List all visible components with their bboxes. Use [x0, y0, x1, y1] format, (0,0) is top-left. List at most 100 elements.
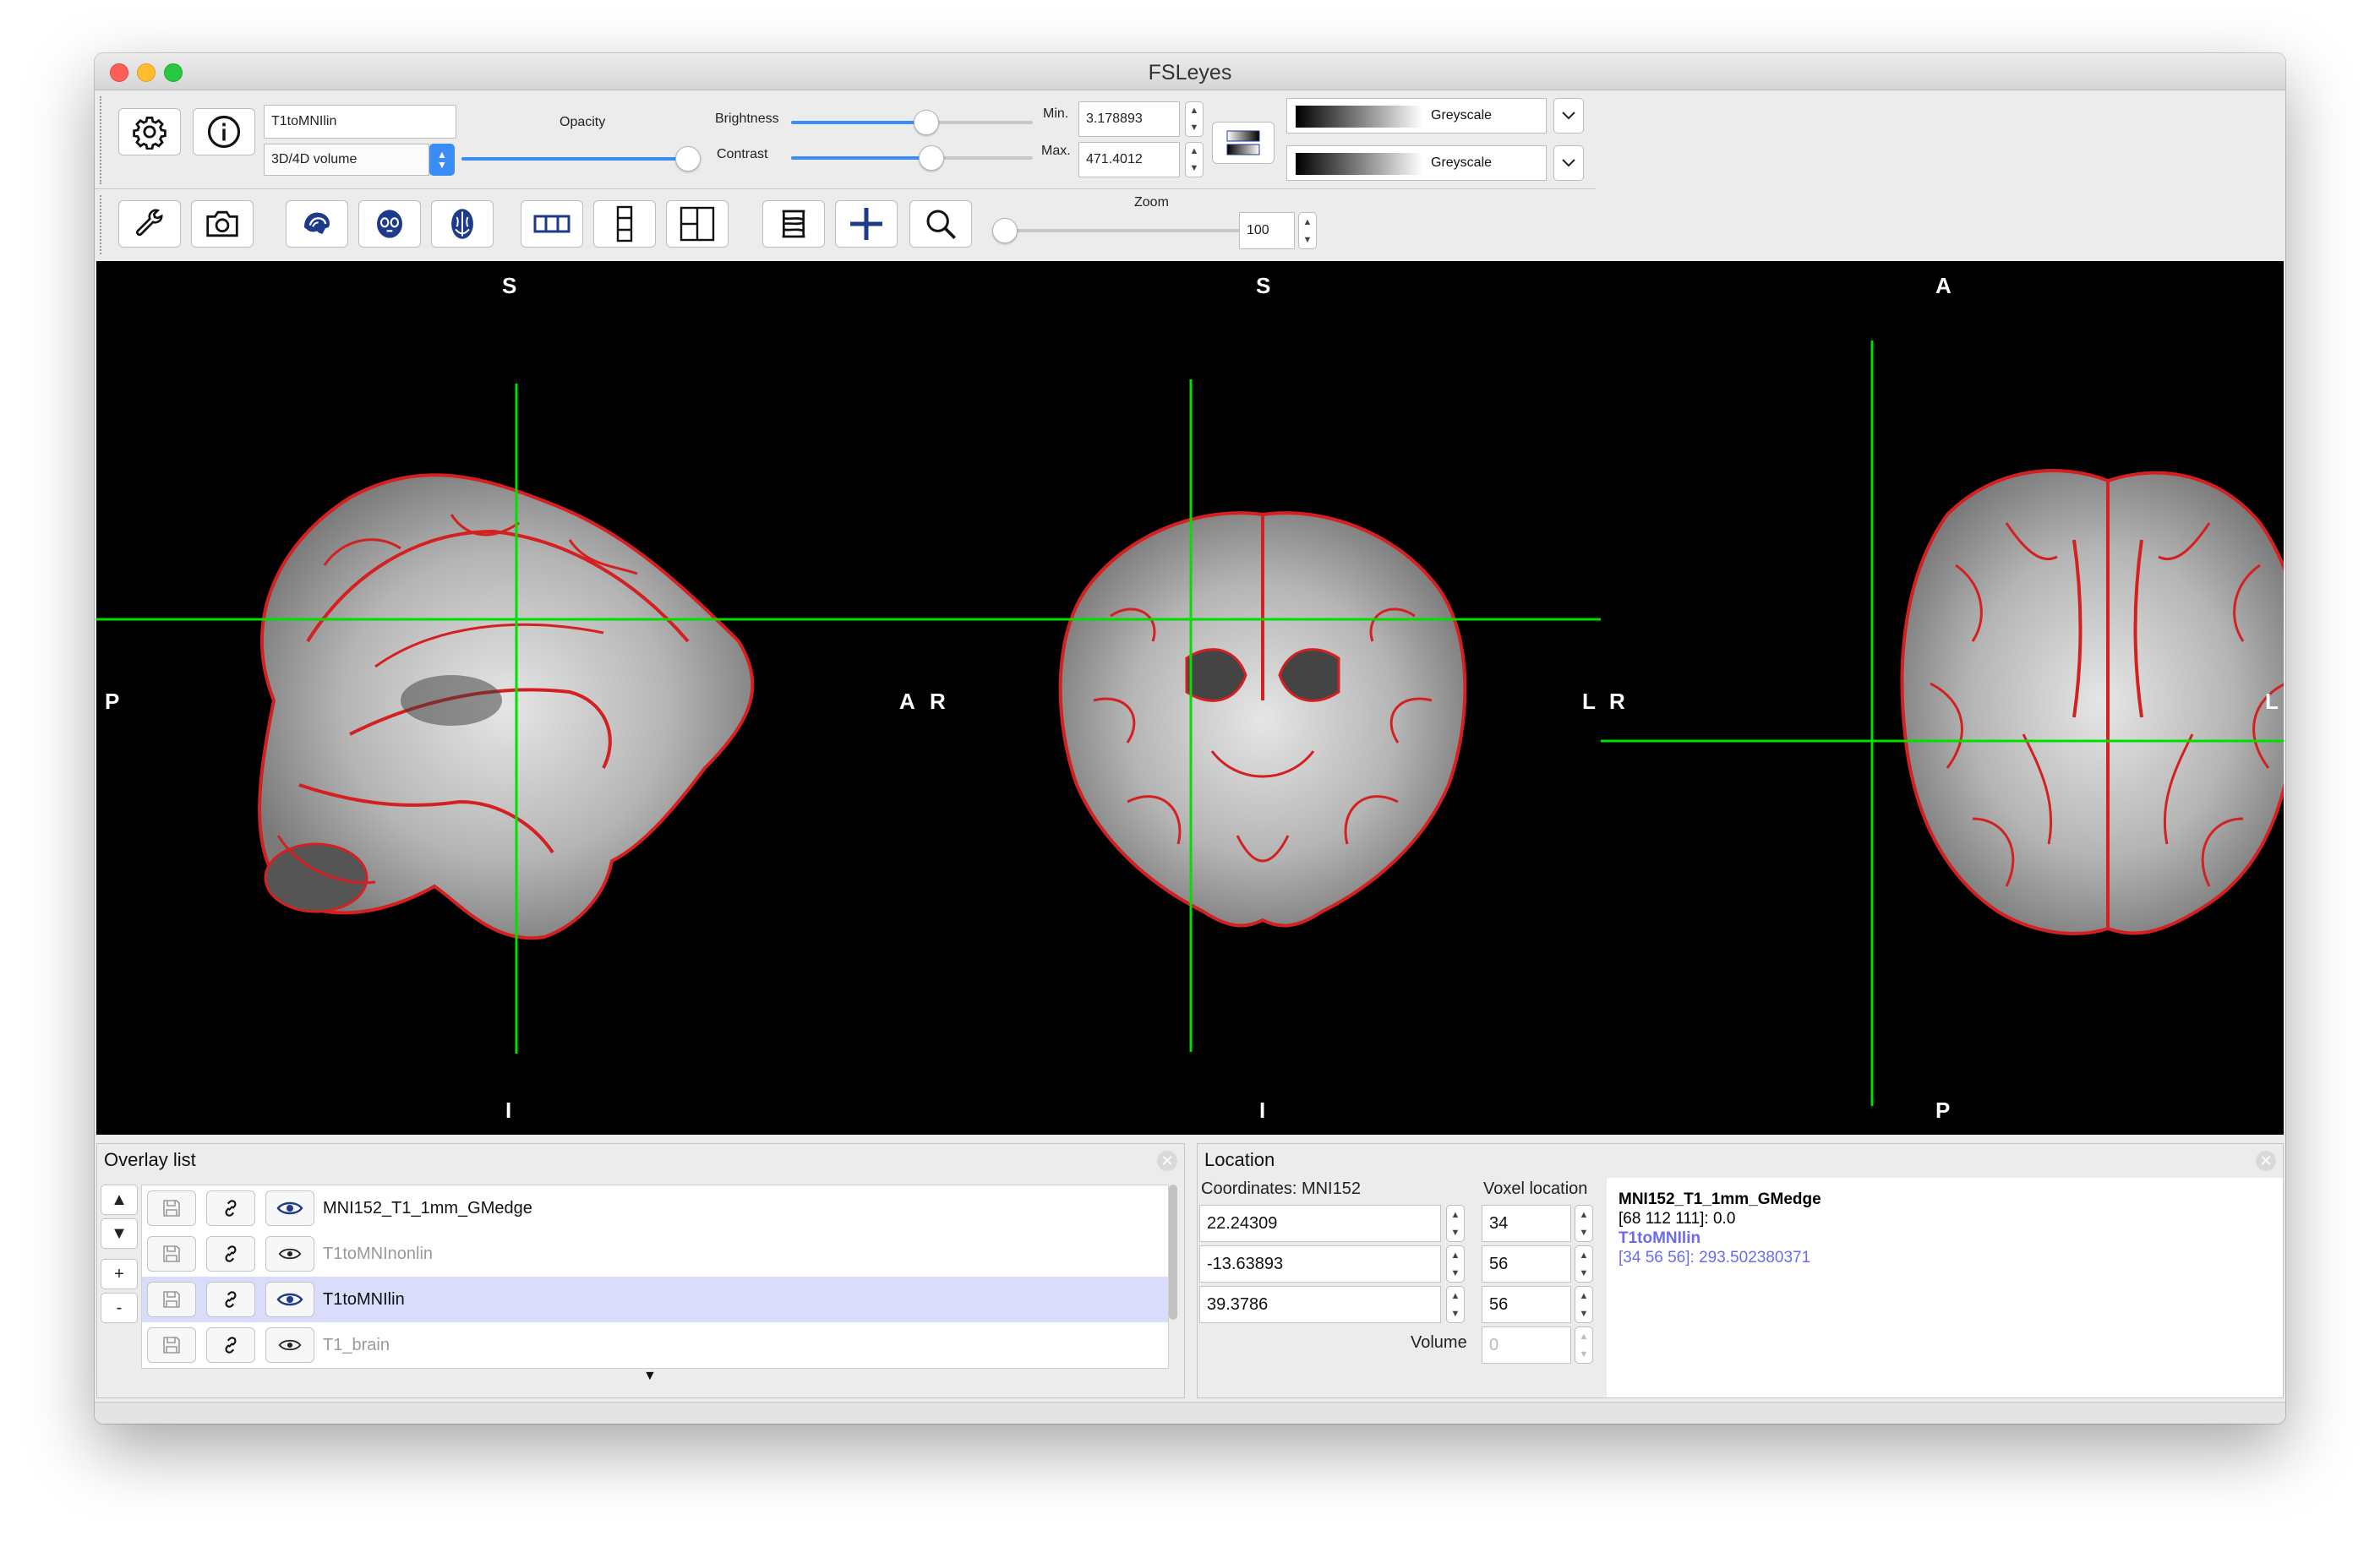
volume-field[interactable]: 0 — [1482, 1326, 1571, 1364]
save-icon — [163, 1291, 180, 1308]
link-overlay-button[interactable] — [206, 1282, 255, 1317]
negative-colormap-select[interactable]: Greyscale — [1286, 145, 1547, 181]
voxel-x-field[interactable]: 34 — [1482, 1205, 1571, 1242]
negative-colormap-dropdown-button[interactable] — [1553, 145, 1584, 181]
save-overlay-button[interactable] — [147, 1327, 196, 1363]
invert-colormap-button[interactable] — [1212, 122, 1275, 164]
grid-layout-button[interactable] — [666, 200, 729, 248]
min-label: Min. — [1043, 106, 1069, 121]
toggle-coronal-button[interactable] — [358, 200, 421, 248]
toggle-axial-button[interactable] — [431, 200, 494, 248]
zoom-field[interactable]: 100 — [1239, 212, 1295, 249]
toggle-visibility-button[interactable] — [265, 1190, 314, 1226]
brightness-slider[interactable] — [791, 110, 1033, 135]
add-overlay-button[interactable]: + — [101, 1259, 138, 1289]
link-icon — [225, 1337, 237, 1354]
movie-icon — [782, 210, 805, 238]
move-overlay-up-button[interactable]: ▲ — [101, 1185, 138, 1215]
grid-layout-icon — [680, 206, 715, 242]
volume-stepper[interactable]: ▲ ▼ — [1575, 1326, 1593, 1364]
overlay-type-stepper[interactable]: ▲ ▼ — [429, 144, 455, 176]
toggle-cursor-button[interactable] — [835, 200, 898, 248]
save-overlay-button[interactable] — [147, 1190, 196, 1226]
overlay-list-scrollbar[interactable] — [1167, 1181, 1179, 1365]
max-field[interactable]: 471.4012 — [1078, 142, 1180, 177]
link-icon — [225, 1245, 237, 1262]
voxel-y-field[interactable]: 56 — [1482, 1245, 1571, 1283]
eye-icon — [278, 1339, 302, 1351]
save-overlay-button[interactable] — [147, 1236, 196, 1272]
settings-button[interactable] — [118, 108, 181, 155]
scroll-down-icon[interactable]: ▼ — [643, 1369, 657, 1384]
axial-view[interactable] — [1900, 469, 2284, 935]
movie-mode-button[interactable] — [762, 200, 825, 248]
horizontal-layout-button[interactable] — [521, 200, 583, 248]
overlay-list-item[interactable]: T1_brain — [142, 1322, 1168, 1368]
location-info-line: MNI152_T1_1mm_GMedge — [1619, 1190, 1821, 1208]
colormap-preview — [1296, 106, 1422, 128]
coord-y-stepper[interactable]: ▲ ▼ — [1446, 1245, 1465, 1283]
zoom-slider[interactable] — [992, 218, 1241, 243]
axial-left-label: R — [1609, 689, 1625, 714]
save-overlay-button[interactable] — [147, 1282, 196, 1317]
voxel-z-field[interactable]: 56 — [1482, 1286, 1571, 1323]
coord-z-field[interactable]: 39.3786 — [1199, 1286, 1441, 1323]
coord-x-field[interactable]: 22.24309 — [1199, 1205, 1441, 1242]
brightness-label: Brightness — [715, 112, 779, 126]
overlay-list-item[interactable]: T1toMNInonlin — [142, 1231, 1168, 1277]
overlay-list-item[interactable]: MNI152_T1_1mm_GMedge — [142, 1185, 1168, 1231]
min-stepper[interactable]: ▲ ▼ — [1185, 101, 1204, 137]
brain-views[interactable] — [96, 261, 2284, 1135]
title-bar: FSLeyes — [95, 53, 2285, 90]
move-overlay-down-button[interactable]: ▼ — [101, 1218, 138, 1249]
overlay-list-item[interactable]: T1toMNIlin — [142, 1277, 1168, 1322]
toolbar-grip[interactable] — [100, 195, 105, 254]
sagittal-top-label: S — [502, 273, 517, 298]
negative-colormap-label: Greyscale — [1431, 155, 1493, 170]
status-bar — [95, 1402, 2285, 1424]
overlay-name-field[interactable]: T1toMNIlin — [264, 105, 456, 139]
overlay-list: MNI152_T1_1mm_GMedge T1toMNInonlin T1toMNI… — [141, 1185, 1169, 1369]
voxel-z-stepper[interactable]: ▲ ▼ — [1575, 1286, 1593, 1323]
view-settings-button[interactable] — [118, 200, 181, 248]
contrast-label: Contrast — [717, 147, 768, 161]
link-overlay-button[interactable] — [206, 1190, 255, 1226]
overlay-type-select[interactable]: 3D/4D volume — [264, 144, 429, 176]
colormap-select[interactable]: Greyscale — [1286, 98, 1547, 133]
coord-y-field[interactable]: -13.63893 — [1199, 1245, 1441, 1283]
save-icon — [163, 1245, 180, 1262]
colormap-dropdown-button[interactable] — [1553, 98, 1584, 133]
link-overlay-button[interactable] — [206, 1327, 255, 1363]
toolbar-grip[interactable] — [100, 96, 105, 184]
sagittal-view-icon — [304, 212, 330, 234]
vertical-layout-button[interactable] — [593, 200, 656, 248]
chevron-down-icon — [1562, 112, 1575, 120]
screenshot-button[interactable] — [191, 200, 254, 248]
coronal-view[interactable] — [1058, 511, 1467, 928]
link-overlay-button[interactable] — [206, 1236, 255, 1272]
coord-z-stepper[interactable]: ▲ ▼ — [1446, 1286, 1465, 1323]
toggle-visibility-button[interactable] — [265, 1282, 314, 1317]
zoom-icon — [926, 210, 956, 239]
ortho-canvas[interactable]: S I P A S I R L A P R L — [96, 261, 2284, 1135]
zoom-stepper[interactable]: ▲ ▼ — [1298, 212, 1317, 249]
toggle-sagittal-button[interactable] — [286, 200, 348, 248]
contrast-slider[interactable] — [791, 145, 1033, 171]
voxel-x-stepper[interactable]: ▲ ▼ — [1575, 1205, 1593, 1242]
toggle-visibility-button[interactable] — [265, 1327, 314, 1363]
min-field[interactable]: 3.178893 — [1078, 101, 1180, 137]
max-stepper[interactable]: ▲ ▼ — [1185, 142, 1204, 177]
close-location-button[interactable]: ✕ — [2256, 1151, 2276, 1171]
info-button[interactable] — [193, 108, 255, 155]
zoom-mode-button[interactable] — [909, 200, 972, 248]
opacity-slider[interactable] — [461, 146, 701, 172]
overlay-name: T1toMNInonlin — [323, 1245, 434, 1263]
gear-icon — [133, 116, 166, 150]
overlay-name: MNI152_T1_1mm_GMedge — [323, 1199, 532, 1218]
voxel-y-stepper[interactable]: ▲ ▼ — [1575, 1245, 1593, 1283]
toggle-visibility-button[interactable] — [265, 1236, 314, 1272]
close-overlay-list-button[interactable]: ✕ — [1157, 1151, 1177, 1171]
coord-x-stepper[interactable]: ▲ ▼ — [1446, 1205, 1465, 1242]
sagittal-view[interactable] — [258, 473, 755, 940]
remove-overlay-button[interactable]: - — [101, 1293, 138, 1323]
